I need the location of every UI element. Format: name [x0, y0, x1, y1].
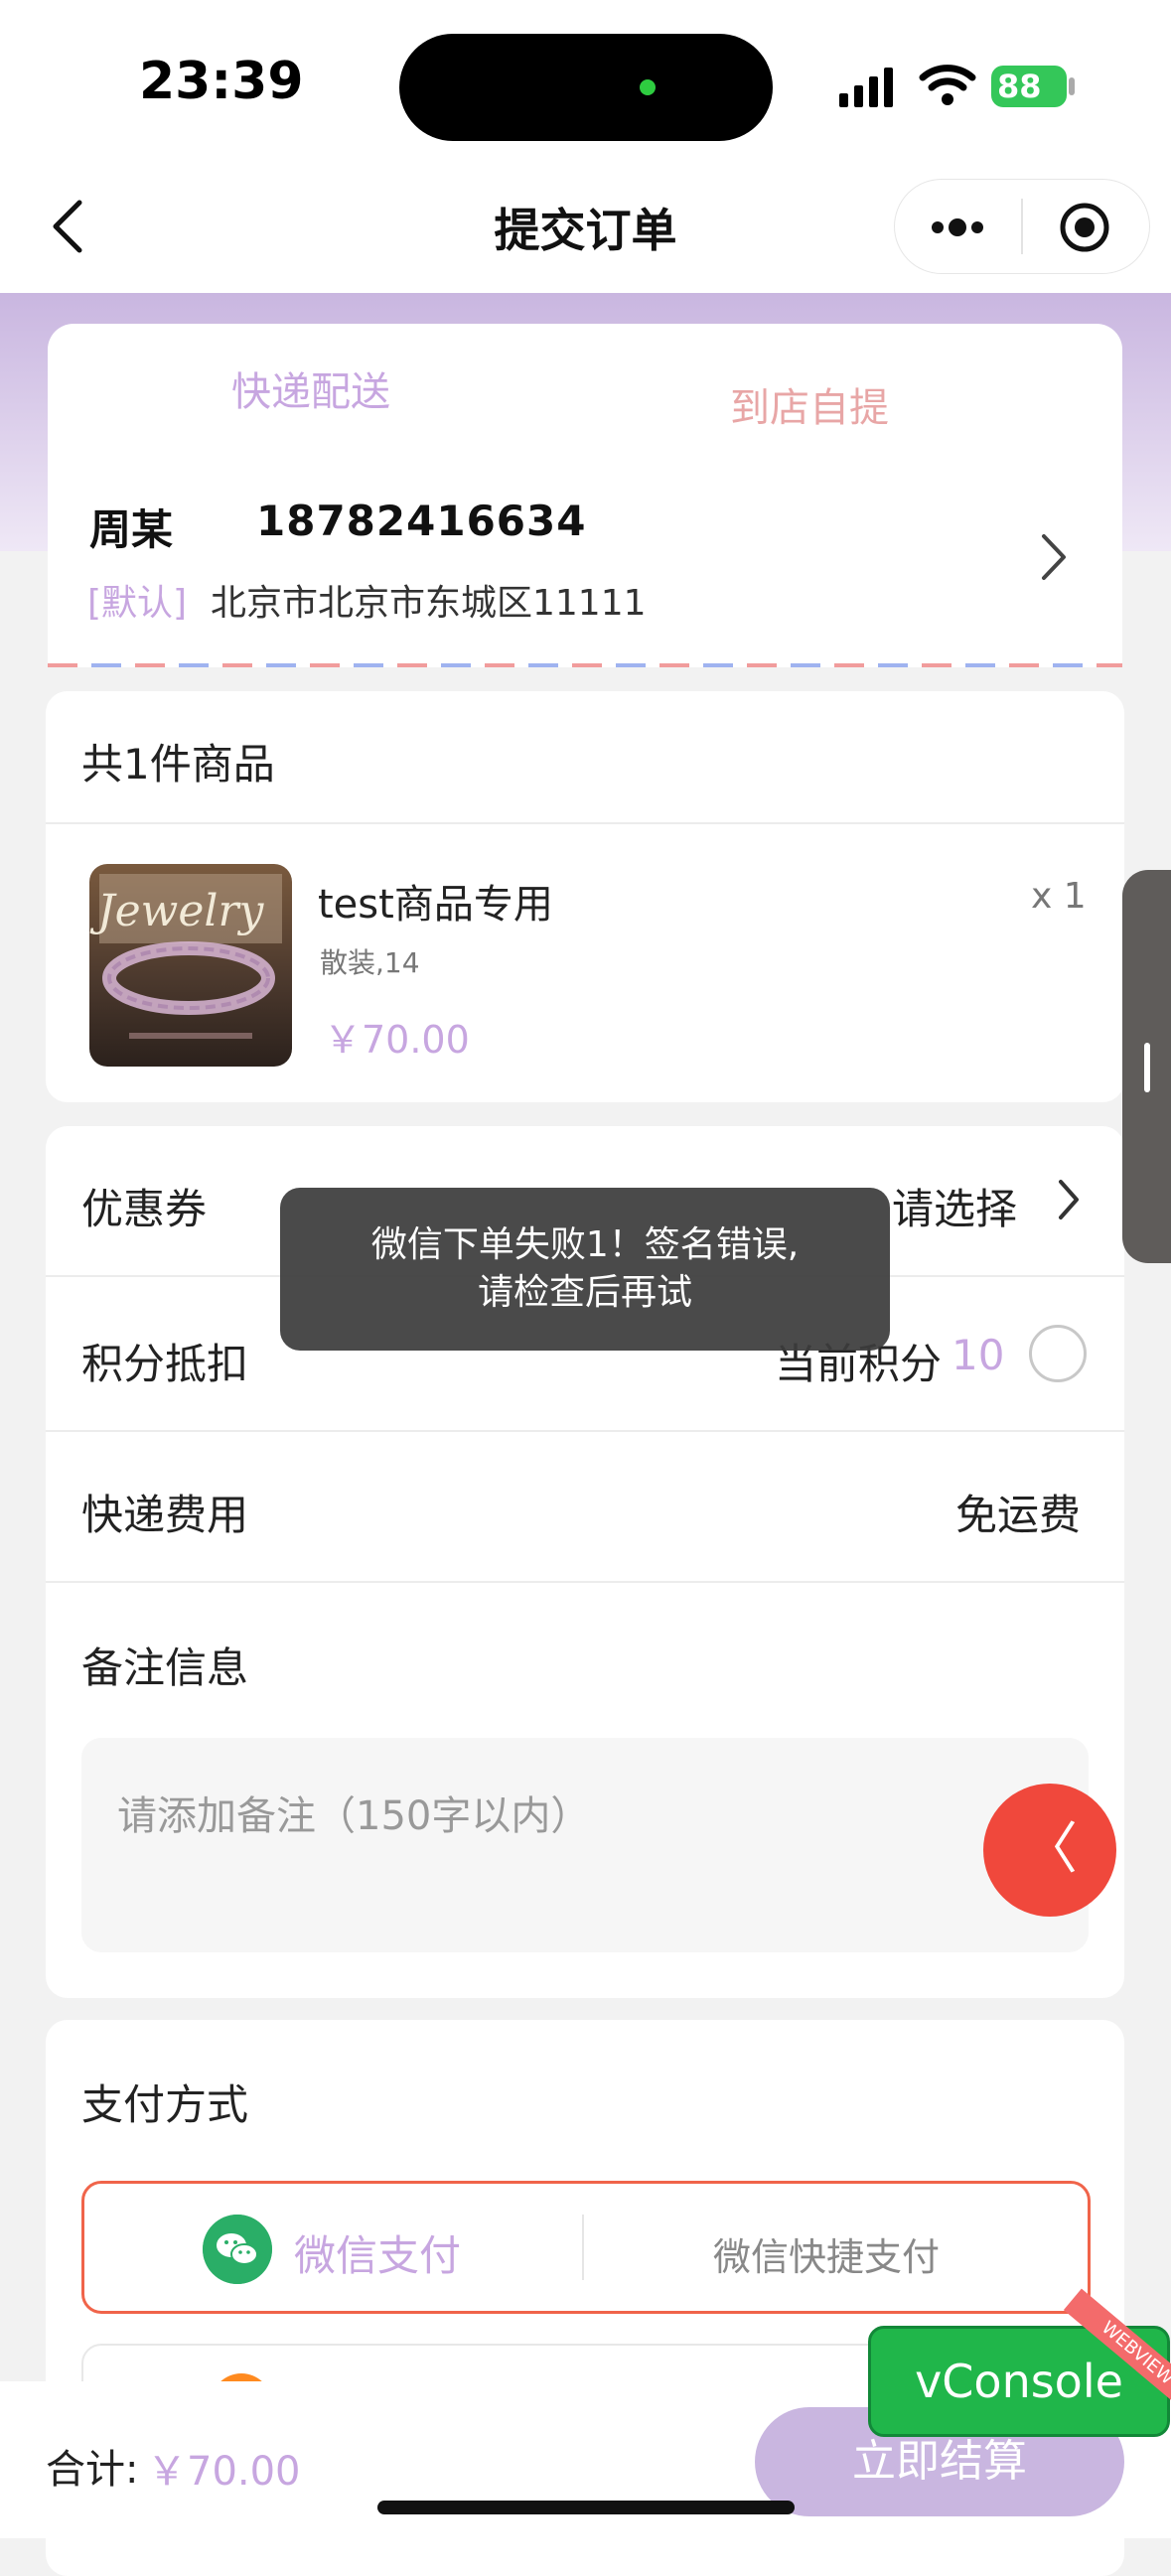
payment-method-label: 支付方式 [81, 2080, 249, 2129]
battery-tip [1069, 77, 1075, 95]
more-icon[interactable] [928, 213, 987, 242]
note-input[interactable] [81, 1738, 1089, 1952]
product-price: ￥70.00 [324, 1018, 470, 1062]
wifi-icon [919, 65, 976, 105]
shipping-value: 免运费 [955, 1491, 1082, 1539]
points-label: 积分抵扣 [81, 1340, 249, 1388]
chevron-right-icon[interactable] [1057, 1178, 1081, 1221]
product-spec: 散装,14 [320, 946, 420, 979]
product-image-text: Jewelry [89, 886, 264, 936]
points-toggle-radio[interactable] [1029, 1325, 1087, 1382]
status-time: 23:39 [139, 52, 304, 111]
coupon-label: 优惠券 [81, 1185, 208, 1233]
toast-line-2: 请检查后再试 [477, 1272, 692, 1313]
camera-indicator [640, 79, 656, 95]
product-name[interactable]: test商品专用 [318, 872, 553, 930]
address-text[interactable]: 北京市北京市东城区11111 [211, 574, 647, 626]
divider [582, 2215, 584, 2280]
tab-pickup-label[interactable]: 到店自提 [576, 375, 1043, 433]
tab-express[interactable]: 快递配送 [48, 359, 574, 417]
battery-indicator: 88 [991, 66, 1067, 107]
total-label: 合计: [46, 2447, 139, 2493]
product-image[interactable]: Jewelry [89, 864, 292, 1067]
error-toast: 微信下单失败1！签名错误, 请检查后再试 [280, 1188, 890, 1351]
dynamic-island [399, 34, 773, 141]
divider [46, 822, 1124, 824]
wechat-icon [203, 2215, 272, 2284]
divider [46, 1430, 1124, 1432]
chevron-right-icon[interactable] [1038, 532, 1068, 582]
recipient-phone: 18782416634 [256, 497, 587, 545]
product-quantity: x 1 [1031, 876, 1087, 917]
coupon-select[interactable]: 请选择 [892, 1176, 1017, 1236]
toast-line-1: 微信下单失败1！签名错误, [370, 1224, 800, 1265]
wechat-pay-label[interactable]: 微信支付 [294, 2222, 461, 2283]
close-miniprogram-icon[interactable] [1057, 200, 1112, 255]
capsule-divider [1021, 199, 1023, 254]
divider [46, 1581, 1124, 1583]
note-placeholder[interactable]: 请添加备注（150字以内） [117, 1784, 590, 1841]
note-label: 备注信息 [81, 1644, 249, 1692]
home-indicator [377, 2501, 795, 2514]
products-count: 共1件商品 [81, 740, 275, 788]
wechat-quick-pay-label[interactable]: 微信快捷支付 [713, 2226, 940, 2281]
floating-back-button[interactable]: 〈 [983, 1784, 1116, 1917]
shipping-label: 快递费用 [81, 1491, 249, 1539]
total-amount: ￥70.00 [147, 2449, 301, 2495]
current-points-value: 10 [951, 1331, 1005, 1379]
cellular-signal-icon [839, 68, 893, 107]
recipient-name: 周某 [89, 505, 174, 554]
drag-grip-icon [1144, 1043, 1150, 1092]
default-address-tag: [默认] [87, 583, 188, 624]
address-divider-stripe [48, 663, 1122, 667]
